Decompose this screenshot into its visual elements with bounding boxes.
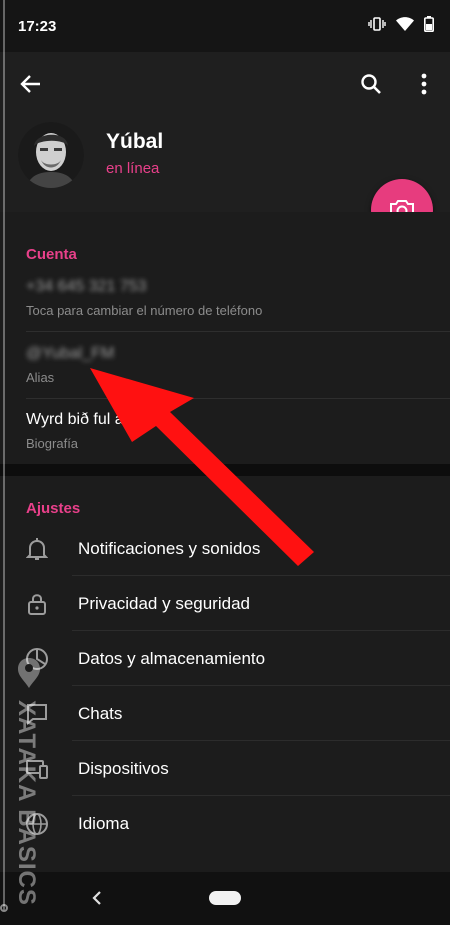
settings-item-language[interactable]: Idioma bbox=[0, 796, 450, 851]
system-nav-bar bbox=[0, 872, 450, 925]
divider bbox=[26, 331, 450, 332]
settings-item-devices[interactable]: Dispositivos bbox=[0, 741, 450, 796]
bell-icon bbox=[24, 536, 50, 562]
section-separator bbox=[0, 464, 450, 476]
wifi-icon bbox=[396, 16, 414, 36]
avatar[interactable] bbox=[18, 122, 84, 188]
settings-item-label: Privacidad y seguridad bbox=[78, 593, 250, 613]
phone-number-item[interactable]: +34 645 321 753 Toca para cambiar el núm… bbox=[26, 278, 426, 318]
settings-item-label: Datos y almacenamiento bbox=[78, 648, 266, 668]
bio-label: Biografía bbox=[26, 436, 79, 451]
settings-item-notifications[interactable]: Notificaciones y sonidos bbox=[0, 521, 450, 576]
search-button[interactable] bbox=[357, 70, 385, 98]
nav-home-pill[interactable] bbox=[209, 891, 241, 905]
alias-label: Alias bbox=[26, 370, 55, 385]
status-bar: 17:23 bbox=[0, 0, 450, 52]
bio-value: Wyrd bið ful aræd bbox=[26, 411, 153, 428]
bio-item[interactable]: Wyrd bið ful aræd Biografía bbox=[26, 411, 426, 451]
watermark-line bbox=[3, 0, 5, 910]
settings-section: Ajustes Notificaciones y sonidos Privaci… bbox=[0, 476, 450, 872]
nav-back-icon[interactable] bbox=[88, 888, 108, 908]
profile-status: en línea bbox=[106, 160, 160, 177]
battery-icon bbox=[424, 15, 434, 37]
settings-section-title: Ajustes bbox=[26, 500, 81, 517]
back-button[interactable] bbox=[17, 70, 45, 98]
profile-name: Yúbal bbox=[106, 130, 164, 153]
back-arrow-icon bbox=[20, 75, 40, 93]
settings-item-privacy[interactable]: Privacidad y seguridad bbox=[0, 576, 450, 631]
account-section: Cuenta +34 645 321 753 Toca para cambiar… bbox=[0, 212, 450, 464]
alias-value: @Yubal_FM bbox=[26, 345, 115, 362]
settings-item-label: Notificaciones y sonidos bbox=[78, 538, 261, 558]
lock-icon bbox=[24, 591, 50, 617]
phone-number-label: Toca para cambiar el número de teléfono bbox=[26, 303, 263, 318]
search-icon bbox=[361, 74, 381, 94]
status-icons bbox=[368, 15, 434, 37]
settings-item-chats[interactable]: Chats bbox=[0, 686, 450, 741]
account-section-title: Cuenta bbox=[26, 246, 77, 263]
settings-item-label: Dispositivos bbox=[78, 758, 169, 778]
watermark-logo-icon bbox=[18, 658, 40, 688]
phone-number-value: +34 645 321 753 bbox=[26, 278, 147, 295]
watermark-text: XATAKA BASICS bbox=[13, 700, 40, 906]
more-options-button[interactable] bbox=[410, 70, 438, 98]
divider bbox=[26, 398, 450, 399]
vibrate-icon bbox=[368, 16, 386, 37]
watermark-dot bbox=[0, 904, 8, 912]
profile-header: Yúbal en línea bbox=[0, 52, 450, 241]
more-vert-icon bbox=[421, 73, 427, 95]
settings-item-data-storage[interactable]: Datos y almacenamiento bbox=[0, 631, 450, 686]
settings-item-label: Idioma bbox=[78, 813, 130, 833]
status-time: 17:23 bbox=[18, 17, 57, 35]
settings-item-label: Chats bbox=[78, 703, 123, 723]
alias-item[interactable]: @Yubal_FM Alias bbox=[26, 345, 426, 385]
